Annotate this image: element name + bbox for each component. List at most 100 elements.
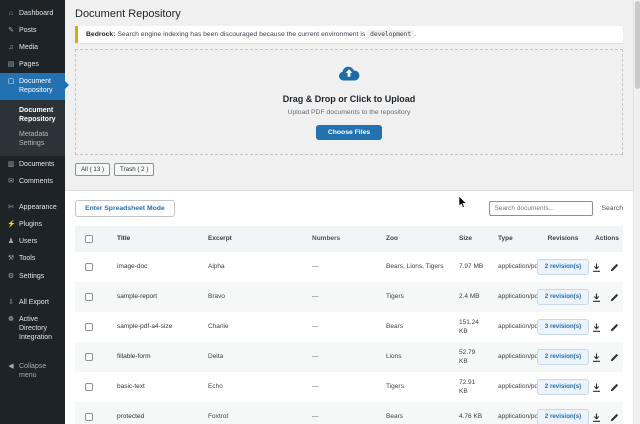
document-type: application/pdf bbox=[498, 353, 540, 361]
sidebar-item[interactable]: ⚒ Tools bbox=[0, 250, 65, 267]
status-filters: All ( 13 ) Trash ( 2 ) bbox=[75, 163, 623, 176]
document-repository-icon: ▢ bbox=[7, 78, 15, 86]
sidebar-item[interactable]: ☸ Active Directory Integration bbox=[0, 311, 65, 346]
revisions-badge[interactable]: 3 revision(s) bbox=[536, 318, 590, 336]
search-button[interactable]: Search bbox=[601, 205, 623, 212]
table-row: protected Foxtrot — Bears 4.76 KB applic… bbox=[75, 402, 623, 424]
search-input[interactable] bbox=[489, 201, 594, 216]
document-zoo: Bears, Lions, Tigers bbox=[386, 263, 444, 271]
sidebar-item[interactable]: ✄ Appearance bbox=[0, 199, 65, 216]
document-title: fillable-form bbox=[117, 353, 151, 361]
edit-pencil-icon[interactable] bbox=[610, 383, 619, 392]
revisions-badge[interactable]: 2 revision(s) bbox=[536, 348, 590, 366]
revisions-badge[interactable]: 2 revision(s) bbox=[536, 408, 590, 424]
column-header-actions: Actions bbox=[595, 235, 619, 243]
tools-icon: ⚒ bbox=[7, 255, 15, 263]
notice-suffix: . bbox=[414, 31, 416, 38]
download-icon[interactable] bbox=[592, 263, 601, 272]
sidebar-item-document-repository[interactable]: ▢ Document Repository bbox=[0, 73, 69, 100]
notice-text: Search engine indexing has been discoura… bbox=[115, 31, 368, 38]
filter-button[interactable]: All ( 13 ) bbox=[75, 163, 111, 176]
document-size: 151.24 KB bbox=[459, 318, 479, 335]
submenu-item-metadata-settings[interactable]: Metadata Settings bbox=[0, 127, 65, 151]
column-header-title: Title bbox=[117, 235, 131, 243]
document-numbers: — bbox=[312, 263, 319, 271]
documents-toolbar: Enter Spreadsheet Mode Search bbox=[65, 191, 633, 217]
all-export-icon: ⇩ bbox=[8, 298, 14, 306]
enter-spreadsheet-mode-button[interactable]: Enter Spreadsheet Mode bbox=[75, 200, 175, 217]
documents-table: Title Excerpt Numbers Zoo Size Type Revi… bbox=[75, 226, 623, 424]
sidebar-item[interactable]: ♫ Media bbox=[0, 39, 65, 56]
upload-dropzone[interactable]: Drag & Drop or Click to Upload Upload PD… bbox=[75, 49, 623, 155]
sidebar-menu-top: ⌂ Dashboard ✎ Posts ♫ Media ▤ Pages bbox=[0, 5, 65, 73]
document-zoo: Lions bbox=[386, 353, 402, 361]
plugins-icon: ⚡ bbox=[7, 221, 16, 229]
row-checkbox[interactable] bbox=[85, 263, 93, 271]
document-title: basic-text bbox=[117, 383, 145, 391]
documents-icon: ▥ bbox=[7, 160, 15, 168]
choose-files-button[interactable]: Choose Files bbox=[315, 124, 383, 140]
upload-heading: Drag & Drop or Click to Upload bbox=[282, 93, 416, 104]
revisions-badge[interactable]: 2 revision(s) bbox=[536, 258, 590, 276]
document-title: sample-pdf-a4-size bbox=[117, 323, 173, 331]
page-title: Document Repository bbox=[75, 8, 181, 20]
download-icon[interactable] bbox=[592, 323, 601, 332]
download-icon[interactable] bbox=[592, 413, 601, 422]
column-header-revisions: Revisions bbox=[547, 235, 579, 243]
select-all-checkbox[interactable] bbox=[85, 235, 93, 243]
pages-icon: ▤ bbox=[7, 61, 15, 69]
row-checkbox[interactable] bbox=[85, 293, 93, 301]
sidebar-item-collapse-menu[interactable]: ◀ Collapse menu bbox=[0, 358, 65, 384]
edit-pencil-icon[interactable] bbox=[610, 353, 619, 362]
submenu-item-document-repository[interactable]: Document Repository bbox=[0, 103, 65, 127]
revisions-badge[interactable]: 2 revision(s) bbox=[536, 288, 590, 306]
column-header-size: Size bbox=[459, 235, 473, 243]
revisions-badge[interactable]: 2 revision(s) bbox=[536, 378, 590, 396]
posts-icon: ✎ bbox=[8, 27, 14, 35]
upload-subtext: Upload PDF documents to the repository bbox=[287, 108, 411, 116]
edit-pencil-icon[interactable] bbox=[610, 293, 619, 302]
sidebar-item[interactable]: ⚡ Plugins bbox=[0, 216, 65, 233]
users-icon: ♟ bbox=[7, 238, 15, 246]
upload-cloud-icon bbox=[337, 65, 361, 87]
vertical-scrollbar bbox=[633, 0, 640, 424]
row-checkbox[interactable] bbox=[85, 413, 93, 421]
sidebar-item[interactable]: ⚙ Settings bbox=[0, 268, 65, 285]
column-header-excerpt: Excerpt bbox=[208, 235, 232, 243]
download-icon[interactable] bbox=[592, 293, 601, 302]
download-icon[interactable] bbox=[592, 353, 601, 362]
row-checkbox[interactable] bbox=[85, 353, 93, 361]
dashboard-icon: ⌂ bbox=[8, 10, 14, 17]
table-row: sample-pdf-a4-size Charlie — Bears 151.2… bbox=[75, 312, 623, 342]
document-repository-submenu: Document Repository Metadata Settings bbox=[0, 99, 65, 156]
table-row: image-doc Alpha — Bears, Lions, Tigers 7… bbox=[75, 252, 623, 282]
sidebar-item[interactable]: ✉ Comments bbox=[0, 173, 65, 190]
appearance-icon: ✄ bbox=[8, 204, 14, 212]
document-zoo: Tigers bbox=[386, 293, 404, 301]
document-excerpt: Alpha bbox=[208, 263, 225, 271]
sidebar-item[interactable]: ▥ Documents bbox=[0, 156, 65, 173]
row-checkbox[interactable] bbox=[85, 323, 93, 331]
wordpress-admin-screen: ⌂ Dashboard ✎ Posts ♫ Media ▤ Pages ▢ Do… bbox=[0, 0, 640, 424]
sidebar-item[interactable]: ⌂ Dashboard bbox=[0, 5, 65, 22]
row-checkbox[interactable] bbox=[85, 383, 93, 391]
edit-pencil-icon[interactable] bbox=[610, 323, 619, 332]
edit-pencil-icon[interactable] bbox=[610, 413, 619, 422]
sidebar-item[interactable]: ♟ Users bbox=[0, 233, 65, 250]
environment-notice: Bedrock: Search engine indexing has been… bbox=[75, 26, 623, 43]
document-type: application/pdf bbox=[498, 293, 540, 301]
sidebar-item[interactable]: ✎ Posts bbox=[0, 22, 65, 39]
edit-pencil-icon[interactable] bbox=[610, 263, 619, 272]
document-numbers: — bbox=[312, 353, 319, 361]
scrollbar-thumb[interactable] bbox=[635, 1, 640, 89]
document-size: 7.97 MB bbox=[459, 263, 484, 271]
filter-button[interactable]: Trash ( 2 ) bbox=[114, 163, 155, 176]
download-icon[interactable] bbox=[592, 383, 601, 392]
documents-panel: Enter Spreadsheet Mode Search Title Exce… bbox=[65, 190, 633, 424]
document-type: application/pdf bbox=[498, 323, 540, 331]
sidebar-item[interactable]: ▤ Pages bbox=[0, 56, 65, 73]
document-title: image-doc bbox=[117, 263, 148, 271]
comments-icon: ✉ bbox=[8, 178, 14, 186]
table-row: fillable-form Delta — Lions 52.79 KB app… bbox=[75, 342, 623, 372]
sidebar-item[interactable]: ⇩ All Export bbox=[0, 294, 65, 311]
